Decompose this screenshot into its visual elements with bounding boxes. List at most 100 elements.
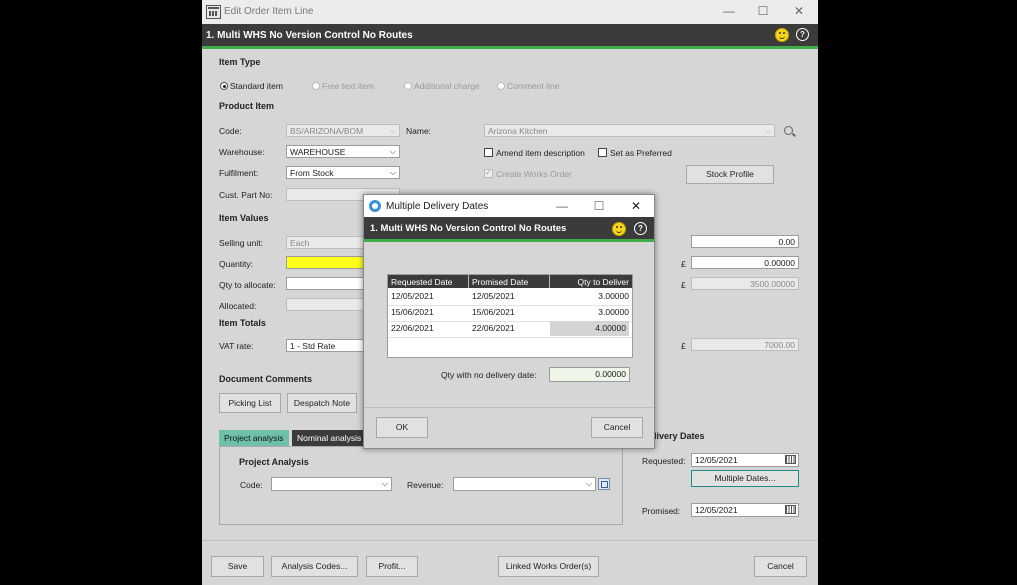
ok-button[interactable]: OK (376, 417, 428, 438)
maximize-button[interactable]: ☐ (591, 199, 607, 213)
promised-date-cell: 12/05/2021 (472, 291, 515, 301)
currency-symbol: £ (681, 259, 686, 269)
smiley-icon[interactable] (612, 222, 626, 236)
item-values-heading: Item Values (219, 213, 269, 223)
item-type-heading: Item Type (219, 57, 261, 67)
promised-label: Promised: (642, 506, 681, 516)
code-label: Code: (219, 126, 242, 136)
set-preferred-checkbox[interactable] (598, 148, 607, 157)
value-field-2[interactable]: 0.00000 (691, 256, 799, 269)
free-text-label: Free text item (322, 81, 374, 91)
comment-line-label: Comment line (507, 81, 560, 91)
window-header: 1. Multi WHS No Version Control No Route… (202, 24, 818, 46)
requested-label: Requested: (642, 456, 686, 466)
warehouse-label: Warehouse: (219, 147, 265, 157)
selling-unit-label: Selling unit: (219, 238, 263, 248)
app-icon (206, 5, 221, 19)
save-button[interactable]: Save (211, 556, 264, 577)
profit-button[interactable]: Profit... (366, 556, 418, 577)
close-button[interactable]: ✕ (628, 199, 644, 213)
delivery-dates-table: Requested Date Promised Date Qty to Deli… (387, 274, 633, 358)
promised-date-cell: 22/06/2021 (472, 323, 515, 333)
promised-date-cell: 15/06/2021 (472, 307, 515, 317)
cust-part-label: Cust. Part No: (219, 190, 273, 200)
table-row[interactable]: 22/06/2021 22/06/2021 4.00000 (388, 321, 632, 338)
create-works-order-checkbox[interactable] (484, 168, 493, 178)
amend-description-checkbox[interactable] (484, 148, 493, 157)
value-field-1[interactable]: 0.00 (691, 235, 799, 248)
title-bar: Edit Order Item Line — ☐ ✕ (202, 0, 818, 24)
tab-nominal-analysis[interactable]: Nominal analysis (292, 430, 367, 446)
radio-comment-line[interactable] (497, 82, 505, 90)
stock-profile-button[interactable]: Stock Profile (686, 165, 774, 184)
requested-date-cell: 22/06/2021 (391, 323, 434, 333)
lookup-icon[interactable] (598, 478, 610, 490)
fulfilment-label: Fulfilment: (219, 168, 259, 178)
column-divider (468, 275, 469, 288)
picking-list-button[interactable]: Picking List (219, 393, 281, 413)
maximize-button[interactable]: ☐ (755, 4, 771, 18)
footer-divider (202, 540, 818, 541)
revenue-select[interactable]: ⌵ (453, 477, 596, 491)
qty-cell: 3.00000 (598, 291, 629, 301)
analysis-code-label: Code: (240, 480, 263, 490)
delivery-dates-heading: livery Dates (654, 431, 705, 441)
qty-cell: 3.00000 (598, 307, 629, 317)
despatch-note-button[interactable]: Despatch Note (287, 393, 357, 413)
calendar-icon[interactable] (785, 505, 796, 514)
document-comments-heading: Document Comments (219, 374, 313, 384)
code-field[interactable]: BS/ARIZONA/BOM ⌵ (286, 124, 400, 137)
table-row[interactable]: 15/06/2021 15/06/2021 3.00000 (388, 305, 632, 322)
linked-works-order-button[interactable]: Linked Works Order(s) (498, 556, 599, 577)
name-field[interactable]: Arizona Kitchen ⌵ (484, 124, 775, 137)
search-icon[interactable] (784, 126, 793, 135)
create-works-order-label: Create Works Order (496, 169, 572, 179)
column-qty-to-deliver[interactable]: Qty to Deliver (578, 277, 630, 287)
currency-symbol: £ (681, 280, 686, 290)
close-button[interactable]: ✕ (791, 4, 807, 18)
smiley-icon[interactable] (775, 28, 789, 42)
qty-cell[interactable]: 4.00000 (550, 321, 629, 336)
standard-item-label: Standard item (230, 81, 283, 91)
project-analysis-heading: Project Analysis (239, 457, 309, 467)
additional-charge-label: Additional charge (414, 81, 480, 91)
help-icon[interactable]: ? (796, 28, 809, 41)
dialog-header-title: 1. Multi WHS No Version Control No Route… (370, 223, 567, 234)
requested-date-field[interactable]: 12/05/2021 (691, 453, 799, 467)
radio-additional-charge[interactable] (404, 82, 412, 90)
warehouse-select[interactable]: WAREHOUSE ⌵ (286, 145, 400, 158)
radio-free-text-item[interactable] (312, 82, 320, 90)
column-divider (549, 275, 550, 288)
multiple-dates-button[interactable]: Multiple Dates... (691, 470, 799, 487)
set-preferred-label: Set as Preferred (610, 148, 672, 158)
column-requested-date[interactable]: Requested Date (391, 277, 452, 287)
quantity-label: Quantity: (219, 259, 254, 269)
radio-standard-item[interactable] (220, 82, 228, 90)
qty-no-date-field[interactable]: 0.00000 (549, 367, 630, 382)
analysis-codes-button[interactable]: Analysis Codes... (271, 556, 358, 577)
cancel-button[interactable]: Cancel (754, 556, 807, 577)
requested-date-cell: 12/05/2021 (391, 291, 434, 301)
help-icon[interactable]: ? (634, 222, 647, 235)
analysis-code-select[interactable]: ⌵ (271, 477, 392, 491)
dialog-header: 1. Multi WHS No Version Control No Route… (364, 217, 654, 239)
calendar-icon[interactable] (785, 455, 796, 464)
product-item-heading: Product Item (219, 101, 275, 111)
table-row[interactable]: 12/05/2021 12/05/2021 3.00000 (388, 289, 632, 306)
amend-description-label: Amend item description (496, 148, 585, 158)
dialog-title: Multiple Delivery Dates (386, 201, 489, 212)
window-title: Edit Order Item Line (224, 6, 314, 17)
tab-project-analysis[interactable]: Project analysis (219, 430, 289, 446)
minimize-button[interactable]: — (721, 4, 737, 18)
requested-date-cell: 15/06/2021 (391, 307, 434, 317)
no-date-label: Qty with no delivery date: (441, 370, 537, 380)
column-promised-date[interactable]: Promised Date (472, 277, 528, 287)
dialog-cancel-button[interactable]: Cancel (591, 417, 643, 438)
header-title: 1. Multi WHS No Version Control No Route… (206, 30, 413, 41)
minimize-button[interactable]: — (554, 199, 570, 213)
fulfilment-select[interactable]: From Stock ⌵ (286, 166, 400, 179)
qty-allocate-label: Qty to allocate: (219, 280, 276, 290)
promised-date-field[interactable]: 12/05/2021 (691, 503, 799, 517)
currency-symbol: £ (681, 341, 686, 351)
allocated-label: Allocated: (219, 301, 257, 311)
